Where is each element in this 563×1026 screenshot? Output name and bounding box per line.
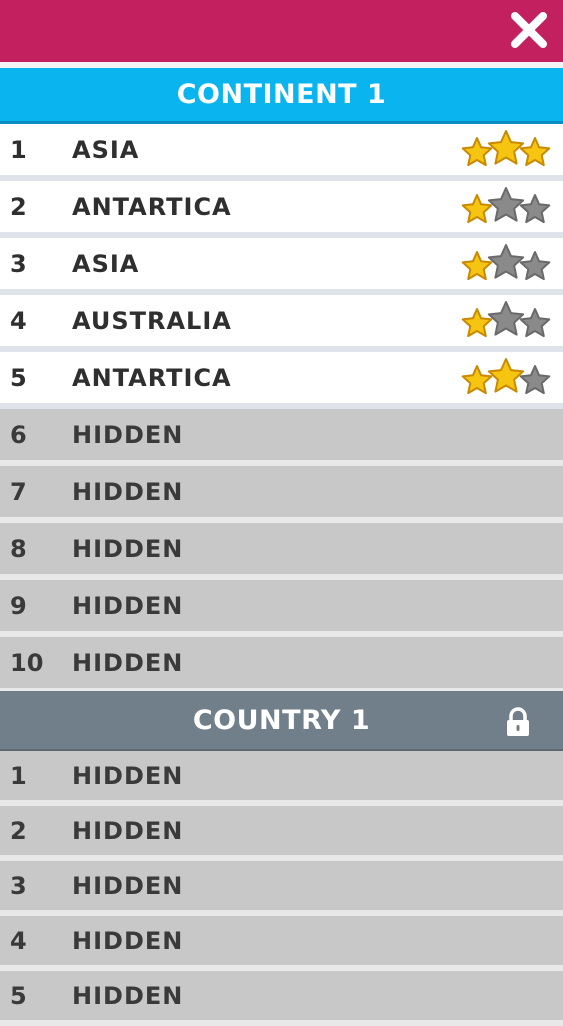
- level-name: ANTARTICA: [72, 363, 232, 392]
- level-name: HIDDEN: [72, 591, 184, 620]
- level-row[interactable]: 2 HIDDEN: [0, 806, 563, 861]
- level-number: 3: [10, 249, 27, 278]
- level-row[interactable]: 1 ASIA: [0, 124, 563, 181]
- top-bar: [0, 0, 563, 62]
- star-empty-icon: [487, 301, 525, 336]
- level-number: 4: [10, 306, 27, 335]
- level-number: 5: [10, 363, 27, 392]
- level-number: 9: [10, 591, 27, 620]
- level-name: ASIA: [72, 135, 140, 164]
- star-rating: [461, 187, 551, 227]
- level-number: 6: [10, 420, 27, 449]
- level-name: HIDDEN: [72, 477, 184, 506]
- level-row[interactable]: 6 HIDDEN: [0, 409, 563, 466]
- star-filled-icon: [461, 308, 493, 338]
- star-empty-icon: [487, 244, 525, 279]
- section-title: CONTINENT 1: [176, 79, 387, 110]
- level-number: 10: [10, 648, 44, 677]
- star-rating: [461, 358, 551, 398]
- level-name: ASIA: [72, 249, 140, 278]
- level-name: HIDDEN: [72, 420, 184, 449]
- level-name: AUSTRALIA: [72, 306, 232, 335]
- level-name: HIDDEN: [72, 761, 184, 790]
- level-name: HIDDEN: [72, 648, 184, 677]
- lock-icon: [505, 707, 531, 737]
- star-filled-icon: [487, 130, 525, 165]
- star-empty-icon: [519, 308, 551, 338]
- level-row[interactable]: 4 AUSTRALIA: [0, 295, 563, 352]
- level-list-country: 1 HIDDEN 2 HIDDEN 3 HIDDEN 4 HIDDEN 5 HIDDEN: [0, 751, 563, 1026]
- level-row[interactable]: 5 ANTARTICA: [0, 352, 563, 409]
- star-rating: [461, 130, 551, 170]
- section-title: COUNTRY 1: [192, 704, 371, 736]
- level-row[interactable]: 3 HIDDEN: [0, 861, 563, 916]
- level-row[interactable]: 9 HIDDEN: [0, 580, 563, 637]
- level-row[interactable]: 5 HIDDEN: [0, 971, 563, 1026]
- level-number: 2: [10, 192, 27, 221]
- close-button[interactable]: [509, 10, 549, 50]
- level-number: 7: [10, 477, 27, 506]
- level-number: 8: [10, 534, 27, 563]
- level-row[interactable]: 8 HIDDEN: [0, 523, 563, 580]
- level-row[interactable]: 2 ANTARTICA: [0, 181, 563, 238]
- level-list-continent: 1 ASIA 2 ANTARTICA 3 ASIA 4 AUSTRALIA 5 ANTARTICA…: [0, 124, 563, 694]
- level-row[interactable]: 7 HIDDEN: [0, 466, 563, 523]
- star-rating: [461, 244, 551, 284]
- section-header-continent[interactable]: CONTINENT 1: [0, 68, 563, 124]
- level-number: 3: [10, 871, 27, 900]
- star-filled-icon: [519, 137, 551, 167]
- star-empty-icon: [519, 251, 551, 281]
- level-row[interactable]: 3 ASIA: [0, 238, 563, 295]
- level-number: 1: [10, 761, 27, 790]
- star-empty-icon: [487, 187, 525, 222]
- level-number: 2: [10, 816, 27, 845]
- star-filled-icon: [487, 358, 525, 393]
- level-name: HIDDEN: [72, 816, 184, 845]
- level-row[interactable]: 1 HIDDEN: [0, 751, 563, 806]
- level-number: 4: [10, 926, 27, 955]
- star-filled-icon: [461, 365, 493, 395]
- close-icon: [511, 12, 547, 48]
- level-name: HIDDEN: [72, 871, 184, 900]
- star-rating: [461, 301, 551, 341]
- star-filled-icon: [461, 137, 493, 167]
- star-filled-icon: [461, 251, 493, 281]
- level-name: HIDDEN: [72, 981, 184, 1010]
- section-header-country[interactable]: COUNTRY 1: [0, 691, 563, 751]
- level-name: ANTARTICA: [72, 192, 232, 221]
- star-empty-icon: [519, 365, 551, 395]
- level-name: HIDDEN: [72, 926, 184, 955]
- star-empty-icon: [519, 194, 551, 224]
- level-number: 1: [10, 135, 27, 164]
- level-name: HIDDEN: [72, 534, 184, 563]
- level-row[interactable]: 4 HIDDEN: [0, 916, 563, 971]
- level-row[interactable]: 10 HIDDEN: [0, 637, 563, 694]
- star-filled-icon: [461, 194, 493, 224]
- level-number: 5: [10, 981, 27, 1010]
